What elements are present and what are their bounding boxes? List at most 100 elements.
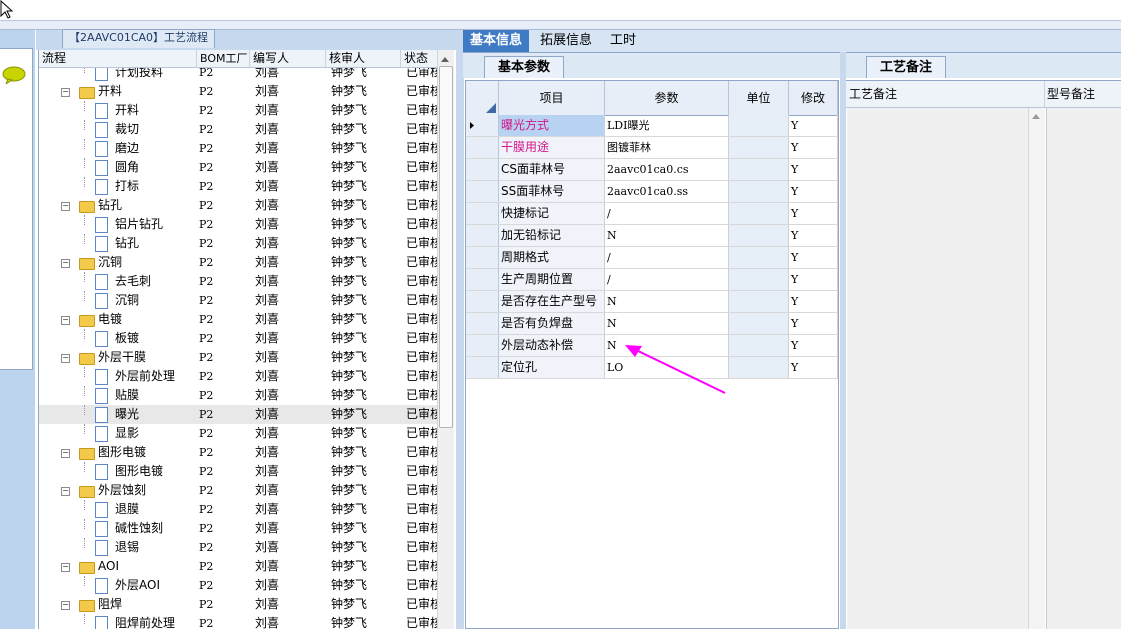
- tree-row[interactable]: − 阻焊 P2 刘喜 钟梦飞 已审核: [39, 595, 439, 614]
- remark-scroll-up-icon[interactable]: [1031, 112, 1041, 120]
- tree-row[interactable]: 退锡 P2 刘喜 钟梦飞 已审核: [39, 538, 439, 557]
- param-value-cell[interactable]: N: [605, 291, 729, 312]
- row-indicator[interactable]: [466, 115, 499, 136]
- param-unit-cell[interactable]: [729, 137, 789, 158]
- tree-node[interactable]: 去毛刺: [39, 272, 194, 291]
- param-unit-cell[interactable]: [729, 203, 789, 224]
- tree-row[interactable]: 钻孔 P2 刘喜 钟梦飞 已审核: [39, 234, 439, 253]
- param-value-cell[interactable]: /: [605, 203, 729, 224]
- tree-node[interactable]: 钻孔: [39, 234, 194, 253]
- tree-row[interactable]: 显影 P2 刘喜 钟梦飞 已审核: [39, 424, 439, 443]
- vertical-splitter[interactable]: [456, 30, 464, 629]
- param-row[interactable]: CS面菲林号 2aavc01ca0.cs Y: [466, 159, 838, 181]
- tree-node[interactable]: 贴膜: [39, 386, 194, 405]
- tree-row[interactable]: − 电镀 P2 刘喜 钟梦飞 已审核: [39, 310, 439, 329]
- param-value-cell[interactable]: N: [605, 313, 729, 334]
- param-item-cell[interactable]: 是否有负焊盘: [499, 313, 605, 334]
- tree-node[interactable]: 图形电镀: [39, 462, 194, 481]
- param-item-cell[interactable]: 曝光方式: [499, 115, 605, 136]
- process-remark-textarea[interactable]: [847, 108, 1044, 629]
- param-modify-cell[interactable]: Y: [789, 203, 838, 224]
- tree-node[interactable]: 裁切: [39, 120, 194, 139]
- tree-row[interactable]: − 沉铜 P2 刘喜 钟梦飞 已审核: [39, 253, 439, 272]
- param-modify-cell[interactable]: Y: [789, 181, 838, 202]
- param-unit-cell[interactable]: [729, 115, 789, 136]
- tree-node[interactable]: − 外层干膜: [39, 348, 194, 367]
- tree-node[interactable]: − 沉铜: [39, 253, 194, 272]
- chat-bubble-icon[interactable]: [2, 66, 26, 84]
- tree-row[interactable]: 铝片钻孔 P2 刘喜 钟梦飞 已审核: [39, 215, 439, 234]
- col-header-status[interactable]: 状态: [401, 50, 441, 67]
- col-header-item[interactable]: 项目: [499, 81, 605, 115]
- param-unit-cell[interactable]: [729, 159, 789, 180]
- col-header-value[interactable]: 参数: [605, 81, 729, 115]
- tree-node[interactable]: − 图形电镀: [39, 443, 194, 462]
- row-indicator[interactable]: [466, 137, 499, 158]
- param-modify-cell[interactable]: Y: [789, 269, 838, 290]
- row-indicator[interactable]: [466, 225, 499, 246]
- param-unit-cell[interactable]: [729, 291, 789, 312]
- param-value-cell[interactable]: /: [605, 269, 729, 290]
- tree-row[interactable]: 圆角 P2 刘喜 钟梦飞 已审核: [39, 158, 439, 177]
- param-row[interactable]: 生产周期位置 / Y: [466, 269, 838, 291]
- param-modify-cell[interactable]: Y: [789, 291, 838, 312]
- param-value-cell[interactable]: LDI曝光: [605, 115, 729, 136]
- collapse-toggle-icon[interactable]: −: [61, 88, 70, 97]
- row-indicator[interactable]: [466, 159, 499, 180]
- tree-node[interactable]: 曝光: [39, 405, 194, 424]
- row-indicator[interactable]: [466, 203, 499, 224]
- param-row[interactable]: SS面菲林号 2aavc01ca0.ss Y: [466, 181, 838, 203]
- tree-row[interactable]: − 图形电镀 P2 刘喜 钟梦飞 已审核: [39, 443, 439, 462]
- tree-row[interactable]: 板镀 P2 刘喜 钟梦飞 已审核: [39, 329, 439, 348]
- tree-node[interactable]: 圆角: [39, 158, 194, 177]
- param-item-cell[interactable]: CS面菲林号: [499, 159, 605, 180]
- param-unit-cell[interactable]: [729, 335, 789, 356]
- collapse-toggle-icon[interactable]: −: [61, 354, 70, 363]
- tree-node[interactable]: 开料: [39, 101, 194, 120]
- tree-row[interactable]: 打标 P2 刘喜 钟梦飞 已审核: [39, 177, 439, 196]
- col-header-process-remark[interactable]: 工艺备注: [846, 81, 1045, 107]
- param-item-cell[interactable]: 定位孔: [499, 357, 605, 378]
- tree-node[interactable]: 退锡: [39, 538, 194, 557]
- col-header-bom[interactable]: BOM工厂: [197, 50, 250, 67]
- row-indicator[interactable]: [466, 357, 499, 378]
- tree-node[interactable]: 外层AOI: [39, 576, 194, 595]
- tree-row[interactable]: 外层AOI P2 刘喜 钟梦飞 已审核: [39, 576, 439, 595]
- param-item-cell[interactable]: 周期格式: [499, 247, 605, 268]
- tree-scrollbar-thumb[interactable]: [439, 66, 453, 428]
- tab-extended-info[interactable]: 拓展信息: [533, 30, 599, 52]
- param-value-cell[interactable]: /: [605, 247, 729, 268]
- param-item-cell[interactable]: 是否存在生产型号: [499, 291, 605, 312]
- tree-row[interactable]: 图形电镀 P2 刘喜 钟梦飞 已审核: [39, 462, 439, 481]
- tree-row[interactable]: 碱性蚀刻 P2 刘喜 钟梦飞 已审核: [39, 519, 439, 538]
- collapse-toggle-icon[interactable]: −: [61, 259, 70, 268]
- collapse-toggle-icon[interactable]: −: [61, 563, 70, 572]
- param-unit-cell[interactable]: [729, 313, 789, 334]
- col-header-unit[interactable]: 单位: [729, 81, 789, 115]
- tree-row[interactable]: − 外层干膜 P2 刘喜 钟梦飞 已审核: [39, 348, 439, 367]
- param-row[interactable]: 曝光方式 LDI曝光 Y: [466, 115, 838, 137]
- tree-node[interactable]: − 阻焊: [39, 595, 194, 614]
- param-item-cell[interactable]: SS面菲林号: [499, 181, 605, 202]
- tree-node[interactable]: 退膜: [39, 500, 194, 519]
- tree-node[interactable]: 外层前处理: [39, 367, 194, 386]
- collapse-toggle-icon[interactable]: −: [61, 487, 70, 496]
- param-value-cell[interactable]: 2aavc01ca0.ss: [605, 181, 729, 202]
- col-header-model-remark[interactable]: 型号备注: [1044, 81, 1121, 107]
- param-item-cell[interactable]: 外层动态补偿: [499, 335, 605, 356]
- param-item-cell[interactable]: 干膜用途: [499, 137, 605, 158]
- subtab-process-remark[interactable]: 工艺备注: [866, 56, 946, 78]
- row-indicator[interactable]: [466, 313, 499, 334]
- param-value-cell[interactable]: 2aavc01ca0.cs: [605, 159, 729, 180]
- remark-scrollbar[interactable]: [1028, 108, 1045, 629]
- param-item-cell[interactable]: 快捷标记: [499, 203, 605, 224]
- param-value-cell[interactable]: 图镀菲林: [605, 137, 729, 158]
- param-row[interactable]: 是否有负焊盘 N Y: [466, 313, 838, 335]
- tree-row[interactable]: 阻焊前处理 P2 刘喜 钟梦飞 已审核: [39, 614, 439, 629]
- param-row[interactable]: 快捷标记 / Y: [466, 203, 838, 225]
- tree-node[interactable]: 显影: [39, 424, 194, 443]
- param-modify-cell[interactable]: Y: [789, 115, 838, 136]
- tree-row[interactable]: 去毛刺 P2 刘喜 钟梦飞 已审核: [39, 272, 439, 291]
- tree-node[interactable]: 阻焊前处理: [39, 614, 194, 629]
- tree-row[interactable]: 开料 P2 刘喜 钟梦飞 已审核: [39, 101, 439, 120]
